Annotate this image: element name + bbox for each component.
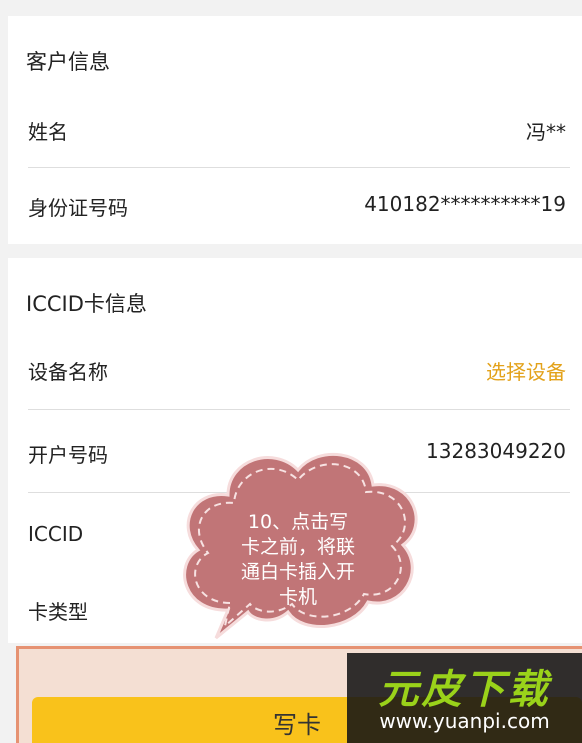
account-number-value: 13283049220 — [426, 439, 566, 463]
name-label: 姓名 — [28, 120, 68, 144]
name-value: 冯** — [526, 120, 566, 144]
card-type-label: 卡类型 — [28, 600, 88, 624]
annotation-line: 卡机 — [278, 586, 317, 608]
watermark-title: 元皮下载 — [378, 667, 551, 713]
customer-info-title: 客户信息 — [26, 50, 110, 74]
annotation-line: 通白卡插入开 — [240, 561, 355, 583]
id-number-label: 身份证号码 — [28, 196, 128, 220]
divider — [28, 167, 570, 168]
annotation-line: 10、点击写 — [247, 511, 349, 533]
watermark-logo: 元皮下载 www.yuanpi.com — [347, 653, 582, 743]
top-strip — [0, 0, 582, 16]
id-number-value: 410182**********19 — [364, 192, 566, 216]
device-name-label: 设备名称 — [28, 360, 108, 384]
customer-info-section: 客户信息 姓名 冯** 身份证号码 410182**********19 — [8, 16, 582, 244]
annotation-line: 卡之前，将联 — [240, 536, 355, 558]
iccid-label: ICCID — [28, 522, 84, 546]
watermark-url: www.yuanpi.com — [379, 709, 550, 733]
annotation-text: 10、点击写 卡之前，将联 通白卡插入开 卡机 — [213, 510, 383, 610]
account-number-label: 开户号码 — [28, 443, 108, 467]
select-device-link[interactable]: 选择设备 — [486, 356, 566, 385]
iccid-info-title: ICCID卡信息 — [26, 292, 147, 316]
divider — [28, 409, 570, 410]
